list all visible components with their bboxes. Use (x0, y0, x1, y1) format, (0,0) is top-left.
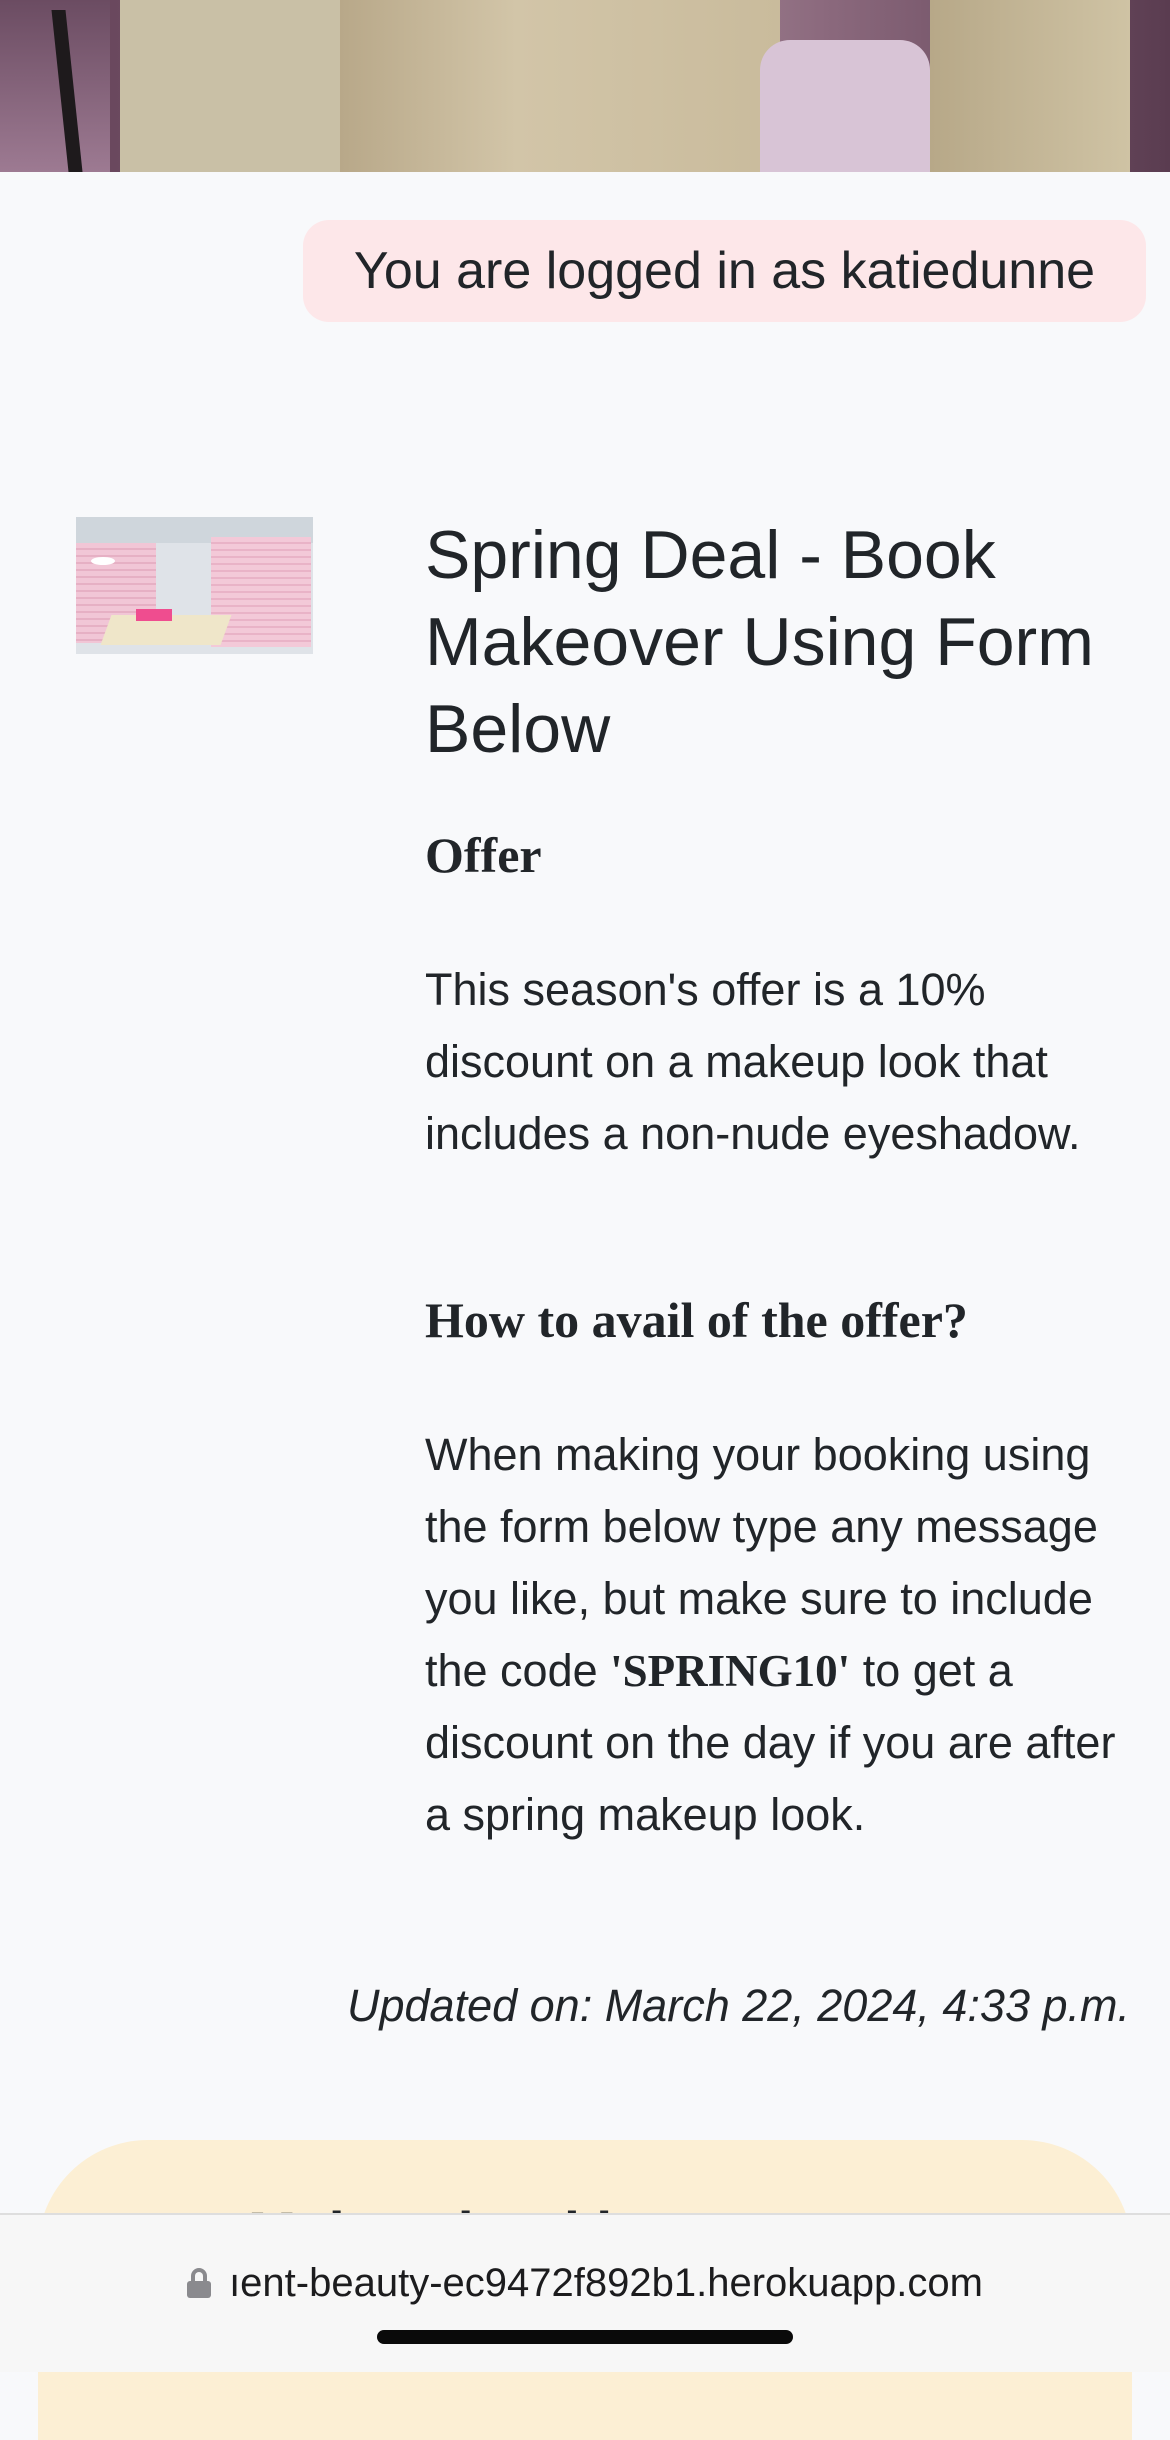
address-bar[interactable]: ıent-beauty-ec9472f892b1.herokuapp.com (0, 2253, 1170, 2313)
home-indicator[interactable] (377, 2330, 793, 2344)
updated-date: Updated on: March 22, 2024, 4:33 p.m. (347, 1980, 1130, 2031)
offer-text: This season's offer is a 10% discount on… (425, 964, 1081, 1159)
lock-icon (187, 2268, 212, 2298)
offer-heading: Offer (425, 827, 542, 883)
post-thumbnail (76, 517, 313, 654)
hero-image (0, 0, 1170, 172)
url-text: ıent-beauty-ec9472f892b1.herokuapp.com (229, 2260, 983, 2305)
browser-bottom-bar: ıent-beauty-ec9472f892b1.herokuapp.com (0, 2213, 1170, 2372)
post-title: Spring Deal - Book Makeover Using Form B… (425, 517, 1094, 767)
logged-in-badge: You are logged in as katiedunne (303, 220, 1146, 322)
promo-code: 'SPRING10' (610, 1646, 851, 1696)
howto-heading: How to avail of the offer? (425, 1292, 968, 1348)
howto-text: When making your booking using the form … (425, 1419, 1145, 1851)
logged-in-text: You are logged in as katiedunne (353, 242, 1096, 300)
